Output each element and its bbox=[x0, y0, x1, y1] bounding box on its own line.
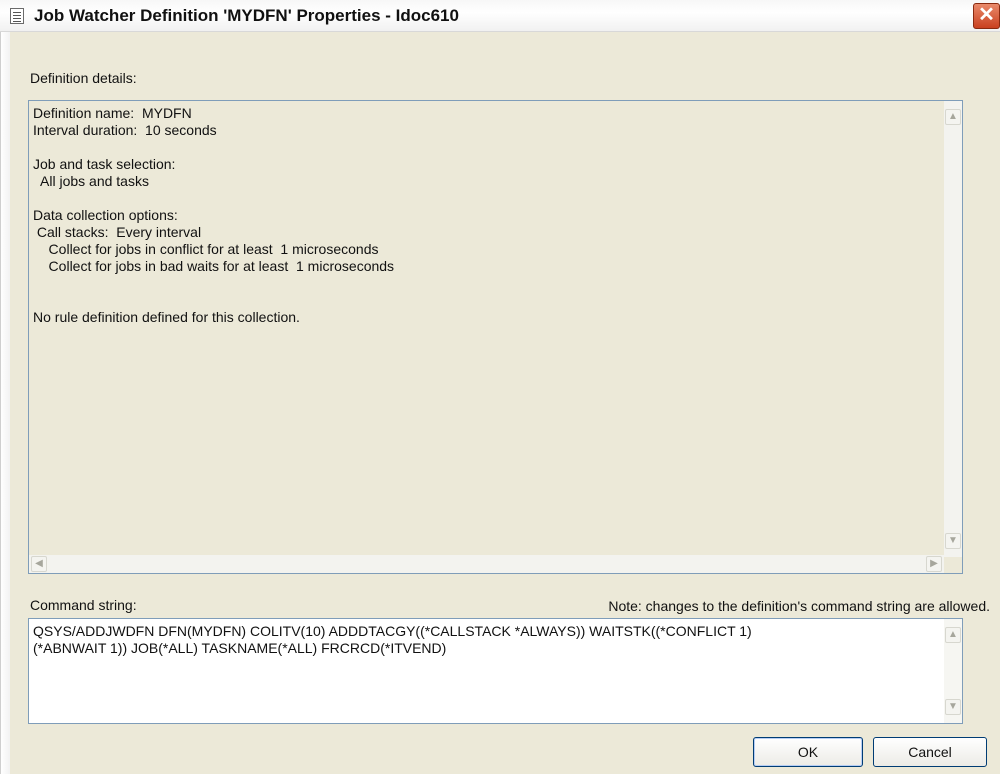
definition-details-box[interactable]: Definition name: MYDFN Interval duration:… bbox=[28, 100, 963, 574]
details-line: Interval duration: 10 seconds bbox=[33, 122, 217, 138]
command-string-text: QSYS/ADDJWDFN DFN(MYDFN) COLITV(10) ADDD… bbox=[33, 623, 752, 657]
ok-button[interactable]: OK bbox=[753, 737, 863, 767]
details-line: All jobs and tasks bbox=[33, 173, 149, 189]
scroll-left-icon[interactable]: ◀ bbox=[31, 556, 47, 572]
details-vertical-scrollbar[interactable]: ▲ ▼ bbox=[944, 101, 962, 557]
details-line: Collect for jobs in conflict for at leas… bbox=[33, 241, 379, 257]
scroll-down-icon[interactable]: ▼ bbox=[945, 699, 961, 715]
definition-details-label: Definition details: bbox=[30, 70, 137, 86]
command-line: QSYS/ADDJWDFN DFN(MYDFN) COLITV(10) ADDD… bbox=[33, 623, 752, 639]
details-line bbox=[33, 139, 394, 156]
scroll-up-icon[interactable]: ▲ bbox=[945, 627, 961, 643]
scroll-up-icon[interactable]: ▲ bbox=[945, 109, 961, 125]
scroll-right-icon[interactable]: ▶ bbox=[926, 556, 942, 572]
details-line: No rule definition defined for this coll… bbox=[33, 309, 300, 325]
details-horizontal-scrollbar[interactable]: ◀ ▶ bbox=[29, 555, 944, 573]
close-button[interactable]: ✕ bbox=[973, 3, 1000, 29]
command-vertical-scrollbar[interactable]: ▲ ▼ bbox=[944, 619, 962, 723]
command-string-input[interactable]: QSYS/ADDJWDFN DFN(MYDFN) COLITV(10) ADDD… bbox=[28, 618, 963, 724]
command-string-label: Command string: bbox=[30, 597, 137, 613]
details-line bbox=[33, 292, 394, 309]
window-title: Job Watcher Definition 'MYDFN' Propertie… bbox=[34, 6, 459, 25]
details-line: Data collection options: bbox=[33, 207, 178, 223]
details-line: Collect for jobs in bad waits for at lea… bbox=[33, 258, 395, 274]
cancel-button[interactable]: Cancel bbox=[873, 737, 987, 767]
title-bar[interactable]: Job Watcher Definition 'MYDFN' Propertie… bbox=[0, 0, 1000, 32]
details-line: Call stacks: Every interval bbox=[33, 224, 202, 240]
definition-details-text: Definition name: MYDFN Interval duration:… bbox=[33, 105, 394, 326]
document-icon bbox=[10, 8, 24, 24]
command-string-note: Note: changes to the definition's comman… bbox=[608, 598, 990, 614]
details-line: Definition name: MYDFN bbox=[33, 105, 192, 121]
details-line bbox=[33, 190, 394, 207]
window-frame-left bbox=[0, 32, 10, 774]
scroll-down-icon[interactable]: ▼ bbox=[945, 533, 961, 549]
properties-dialog: Job Watcher Definition 'MYDFN' Propertie… bbox=[0, 0, 1000, 774]
details-line bbox=[33, 275, 394, 292]
command-line: (*ABNWAIT 1)) JOB(*ALL) TASKNAME(*ALL) F… bbox=[33, 640, 447, 656]
details-line: Job and task selection: bbox=[33, 156, 176, 172]
